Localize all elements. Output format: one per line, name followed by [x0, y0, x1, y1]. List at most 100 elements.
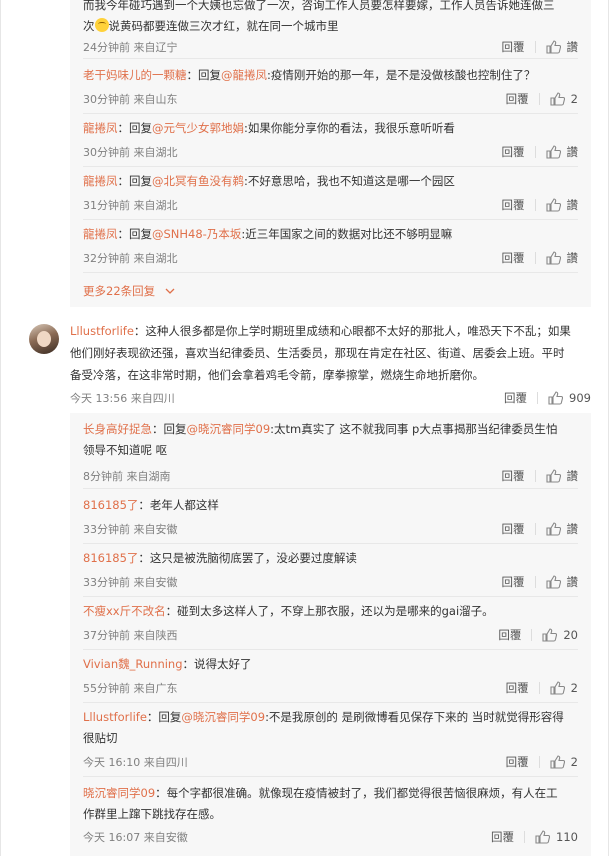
reply-button[interactable]: 回覆	[506, 91, 529, 107]
reply-button[interactable]: 回覆	[502, 39, 525, 55]
like-button[interactable]: 2	[550, 92, 578, 106]
mention-link[interactable]: @晓沉睿同学09	[181, 710, 265, 724]
divider	[538, 93, 540, 105]
reply-button[interactable]: 回覆	[502, 144, 525, 160]
reply-button[interactable]: 回覆	[506, 754, 529, 770]
reply-meta: 24分钟前 来自辽宁	[83, 41, 178, 54]
reply-actions: 回覆 110	[491, 829, 578, 845]
avatar[interactable]	[29, 324, 59, 354]
like-button[interactable]: 110	[535, 830, 578, 844]
reply-actions: 回覆 讚	[502, 39, 579, 55]
reply-item: 晓沉睿同学09：每个字都很准确。就像现在疫情被封了，我们都觉得很苦恼很麻烦，有人…	[83, 783, 578, 853]
like-button[interactable]: 讚	[545, 521, 578, 537]
like-count: 2	[570, 755, 578, 769]
thumbs-up-icon	[545, 40, 561, 54]
like-button[interactable]: 讚	[545, 39, 578, 55]
reply-username[interactable]: 晓沉睿同学09	[83, 786, 155, 800]
comment-text: Lllustforlife：这种人很多都是你上学时期班里成绩和心眼都不太好的那批…	[70, 320, 591, 386]
reply-username[interactable]: 不瘦xx斤不改名	[83, 604, 166, 618]
reply-body: ：每个字都很准确。就像现在疫情被封了，我们都觉得很苦恼很麻烦，有人在工	[155, 786, 558, 800]
reply-body: :不是我原创的 是刷微博看见保存下来的 当时就觉得形容得	[265, 710, 564, 724]
reply-button[interactable]: 回覆	[498, 627, 521, 643]
reply-username[interactable]: Lllustforlife	[83, 710, 147, 724]
thumbs-up-icon	[545, 469, 561, 483]
reply-meta: 33分钟前 来自安徽	[83, 576, 178, 589]
reply-meta: 55分钟前 来自广东	[83, 682, 178, 695]
reply-button[interactable]: 回覆	[502, 468, 525, 484]
reply-meta: 30分钟前 来自湖北	[83, 146, 178, 159]
thumbs-up-icon	[550, 92, 565, 106]
like-count: 2	[570, 92, 578, 106]
comment-username[interactable]: Lllustforlife	[70, 324, 134, 338]
divider	[534, 41, 536, 53]
reply-word: 回复	[163, 422, 187, 436]
like-button[interactable]: 讚	[545, 468, 578, 484]
mention-link[interactable]: @北冥有鱼没有鹈	[152, 174, 244, 188]
reply-button[interactable]: 回覆	[502, 521, 525, 537]
like-label: 讚	[566, 145, 579, 159]
like-button[interactable]: 2	[550, 755, 578, 769]
reply-text-segment: 次	[83, 19, 95, 33]
like-button[interactable]: 讚	[545, 144, 579, 160]
reply-body: :如果你能分享你的看法，我很乐意听听看	[244, 121, 455, 135]
reply-actions: 回覆 讚	[502, 144, 579, 160]
reply-username[interactable]: 老干妈味儿的一颗糖	[83, 68, 187, 82]
reply-meta: 31分钟前 来自湖北	[83, 199, 178, 212]
reply-meta: 37分钟前 来自陕西	[83, 629, 178, 642]
reply-button[interactable]: 回覆	[506, 680, 529, 696]
reply-body: :不好意思哈，我也不知道这是哪一个园区	[244, 174, 455, 188]
reply-username[interactable]: 816185了	[83, 498, 138, 512]
like-button[interactable]: 20	[542, 628, 578, 642]
divider	[537, 392, 539, 404]
more-replies-label: 更多22条回复	[83, 284, 156, 298]
reply-item: 不瘦xx斤不改名：碰到太多这样人了，不穿上那衣服，还以为是哪来的gai溜子。 3…	[83, 601, 578, 650]
mention-link[interactable]: @龍捲凤	[221, 68, 267, 82]
thumbs-up-icon	[550, 681, 565, 695]
thumbs-up-icon	[545, 522, 561, 536]
mention-link[interactable]: @SNH48-乃本坂	[152, 227, 241, 241]
reply-actions: 回覆 20	[498, 627, 578, 643]
reply-body: ：碰到太多这样人了，不穿上那衣服，还以为是哪来的gai溜子。	[165, 604, 494, 618]
reply-username[interactable]: 龍捲凤	[83, 121, 118, 135]
reply-text: 816185了：老年人都这样	[83, 495, 578, 516]
like-button[interactable]: 2	[550, 681, 578, 695]
like-count: 909	[569, 391, 591, 405]
mention-link[interactable]: @元气少女郭地娟	[152, 121, 244, 135]
reply-body: 很贴切	[83, 731, 118, 745]
reply-button[interactable]: 回覆	[491, 829, 514, 845]
reply-item: Vivian魏_Running：说得太好了 55分钟前 来自广东 回覆 2	[83, 654, 578, 703]
reply-actions: 回覆 讚	[502, 250, 579, 266]
like-count: 110	[556, 830, 578, 844]
reply-username[interactable]: 816185了	[83, 551, 138, 565]
reply-button[interactable]: 回覆	[502, 250, 525, 266]
reply-button[interactable]: 回覆	[504, 390, 527, 406]
mention-link[interactable]: @晓沉睿同学09	[187, 422, 271, 436]
reply-username[interactable]: Vivian魏_Running	[83, 657, 183, 671]
like-button[interactable]: 讚	[545, 197, 578, 213]
comment-meta: 今天 13:56 来自四川	[70, 392, 175, 405]
reply-body: :太tm真实了 这不就我同事 p大点事揭那当纪律委员生怕	[270, 422, 558, 436]
more-replies-link[interactable]: 更多22条回复	[83, 283, 176, 299]
reply-actions: 回覆 讚	[502, 521, 579, 537]
reply-username[interactable]: 龍捲凤	[83, 174, 118, 188]
like-button[interactable]: 讚	[545, 250, 578, 266]
chevron-down-icon	[165, 288, 175, 294]
reply-body: 作群里上蹿下跳找存在感。	[83, 807, 221, 821]
reply-item: 而我今年碰巧遇到一个大姨也忘做了一次，咨询工作人员要怎样要嫁，工作人员告诉她连做…	[83, 0, 578, 59]
reply-separator: ：	[117, 227, 130, 241]
reply-meta: 8分钟前 来自湖南	[83, 470, 171, 483]
reply-button[interactable]: 回覆	[502, 574, 525, 590]
comment-text-line: 他们刚好表现欲还强，喜欢当纪律委员、生活委员，那现在肯定在社区、街道、居委会上班…	[70, 346, 565, 360]
reply-username[interactable]: 长身高好捉急	[83, 422, 152, 436]
like-button[interactable]: 讚	[545, 574, 578, 590]
like-button[interactable]: 909	[548, 391, 591, 405]
reply-button[interactable]: 回覆	[502, 197, 525, 213]
divider	[534, 146, 536, 158]
reply-separator: ：	[186, 68, 199, 82]
reply-text: 长身高好捉急：回复@晓沉睿同学09:太tm真实了 这不就我同事 p大点事揭那当纪…	[83, 419, 578, 461]
reply-username[interactable]: 龍捲凤	[83, 227, 118, 241]
reply-text: 龍捲凤：回复@北冥有鱼没有鹈:不好意思哈，我也不知道这是哪一个园区	[83, 171, 578, 192]
reply-thread: 而我今年碰巧遇到一个大姨也忘做了一次，咨询工作人员要怎样要嫁，工作人员告诉她连做…	[70, 0, 591, 307]
reply-body: 领导不知道呢 呕	[83, 443, 168, 457]
reply-actions: 回覆 讚	[502, 468, 579, 484]
